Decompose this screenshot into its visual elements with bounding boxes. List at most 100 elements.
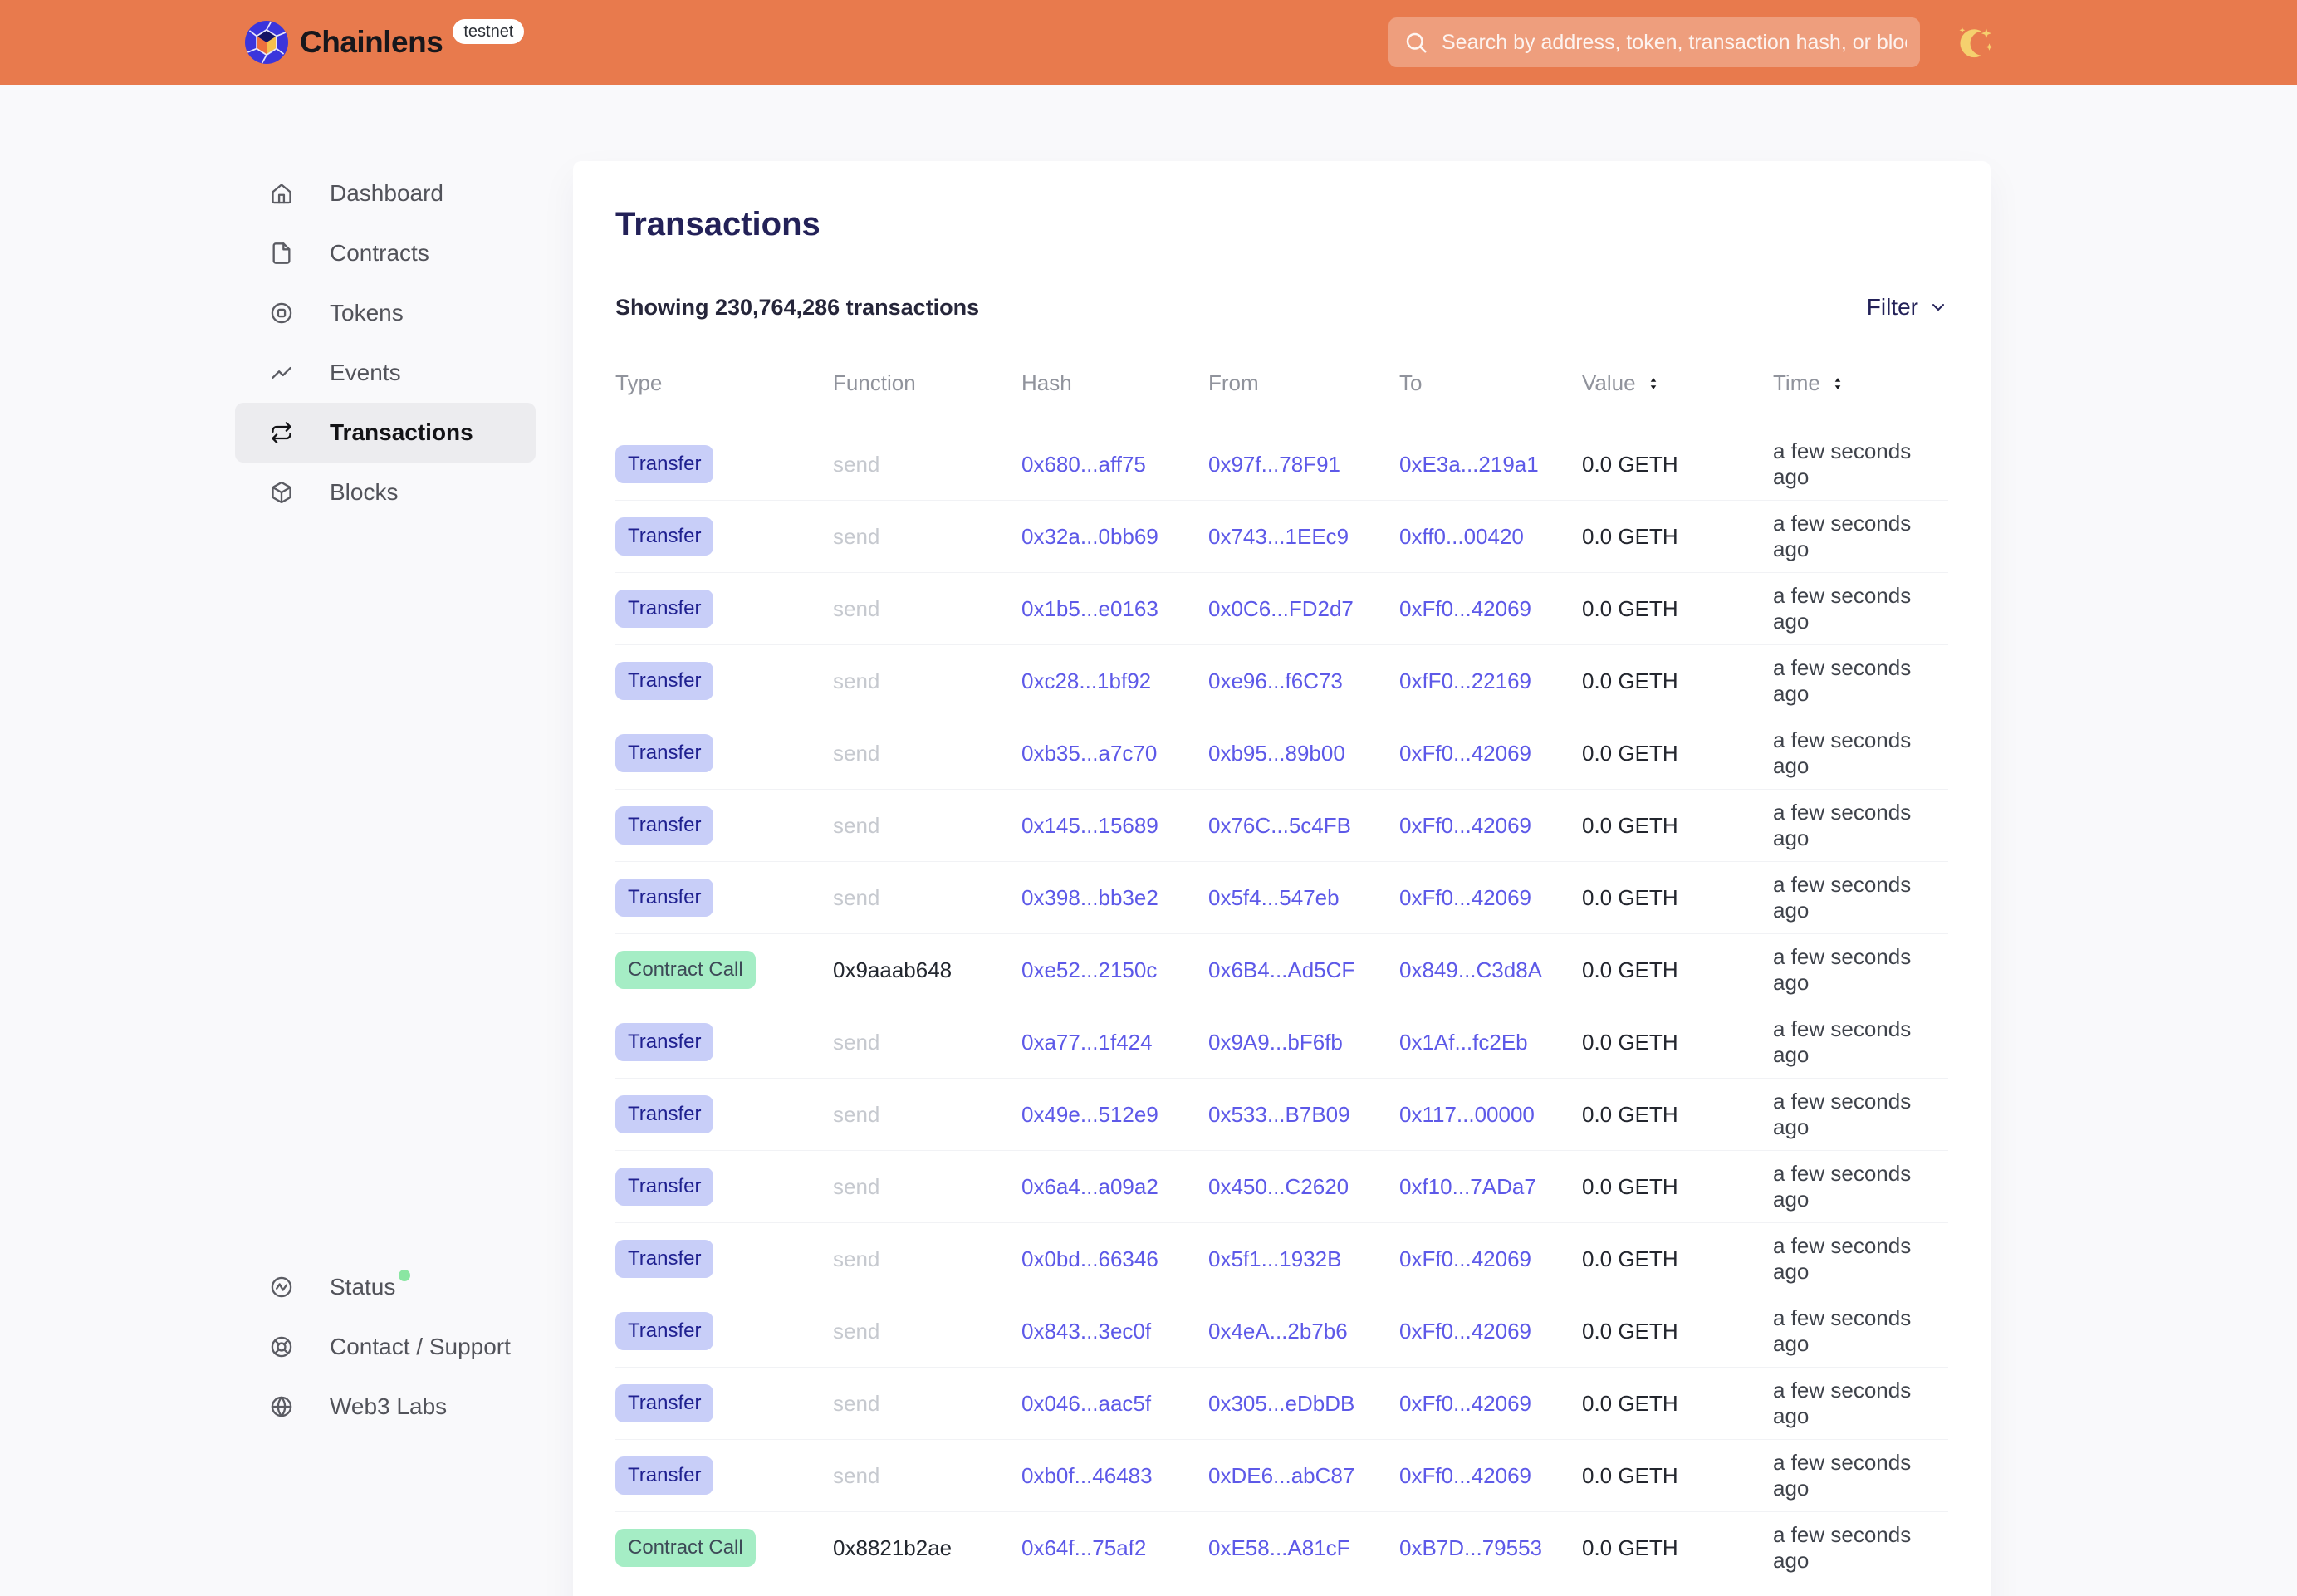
- sidebar-item-label: Events: [330, 360, 401, 386]
- type-badge-transfer: Transfer: [615, 1023, 713, 1061]
- table-row: Transfersend0x145...156890x76C...5c4FB0x…: [615, 790, 1948, 862]
- to-address-link[interactable]: 0xf10...7ADa7: [1399, 1174, 1536, 1199]
- hash-link[interactable]: 0x49e...512e9: [1021, 1102, 1158, 1127]
- time-cell: a few seconds ago: [1773, 511, 1948, 562]
- from-address-link[interactable]: 0x9A9...bF6fb: [1208, 1030, 1343, 1055]
- from-address-link[interactable]: 0x305...eDbDB: [1208, 1391, 1354, 1416]
- sidebar-item-tokens[interactable]: Tokens: [235, 283, 536, 343]
- dark-mode-toggle[interactable]: [1953, 18, 2001, 66]
- from-address-link[interactable]: 0x0C6...FD2d7: [1208, 596, 1354, 621]
- from-address-link[interactable]: 0xe96...f6C73: [1208, 668, 1343, 693]
- time-cell: a few seconds ago: [1773, 655, 1948, 707]
- sidebar-item-label: Status: [330, 1274, 395, 1300]
- type-badge-transfer: Transfer: [615, 1095, 713, 1133]
- sidebar-item-web3-labs[interactable]: Web3 Labs: [235, 1377, 536, 1437]
- sidebar-item-status[interactable]: Status: [235, 1257, 536, 1317]
- column-header-label: Time: [1773, 370, 1820, 396]
- hash-link[interactable]: 0x32a...0bb69: [1021, 524, 1158, 549]
- from-address-link[interactable]: 0x6B4...Ad5CF: [1208, 957, 1354, 982]
- table-row: Transfersend0xc28...1bf920xe96...f6C730x…: [615, 645, 1948, 717]
- to-address-link[interactable]: 0xFf0...42069: [1399, 1319, 1531, 1344]
- search-input[interactable]: [1388, 17, 1920, 67]
- time-cell: a few seconds ago: [1773, 1233, 1948, 1285]
- moon-icon: [1953, 18, 2001, 66]
- to-address-link[interactable]: 0xFf0...42069: [1399, 596, 1531, 621]
- hash-link[interactable]: 0x680...aff75: [1021, 452, 1146, 477]
- to-address-link[interactable]: 0xFf0...42069: [1399, 741, 1531, 766]
- value-cell: 0.0 GETH: [1582, 1174, 1773, 1200]
- from-address-link[interactable]: 0xb95...89b00: [1208, 741, 1345, 766]
- column-header-time[interactable]: Time: [1773, 370, 1948, 396]
- sidebar-item-contact-support[interactable]: Contact / Support: [235, 1317, 536, 1377]
- table-row: Transfersend0x398...bb3e20x5f4...547eb0x…: [615, 862, 1948, 934]
- hash-link[interactable]: 0x398...bb3e2: [1021, 885, 1158, 910]
- column-header-label: To: [1399, 370, 1422, 396]
- sidebar-item-events[interactable]: Events: [235, 343, 536, 403]
- from-address-link[interactable]: 0x76C...5c4FB: [1208, 813, 1351, 838]
- hash-link[interactable]: 0xb35...a7c70: [1021, 741, 1157, 766]
- type-badge-transfer: Transfer: [615, 1456, 713, 1495]
- activity-icon: [270, 1275, 293, 1299]
- to-address-link[interactable]: 0xfF0...22169: [1399, 668, 1531, 693]
- app-header: Chainlens testnet: [0, 0, 2297, 85]
- hash-link[interactable]: 0x843...3ec0f: [1021, 1319, 1151, 1344]
- to-address-link[interactable]: 0xFf0...42069: [1399, 813, 1531, 838]
- to-address-link[interactable]: 0x117...00000: [1399, 1102, 1535, 1127]
- sidebar-item-label: Contracts: [330, 240, 429, 267]
- to-address-link[interactable]: 0xE3a...219a1: [1399, 452, 1539, 477]
- value-cell: 0.0 GETH: [1582, 1319, 1773, 1344]
- to-address-link[interactable]: 0xFf0...42069: [1399, 1463, 1531, 1488]
- hash-link[interactable]: 0x6a4...a09a2: [1021, 1174, 1158, 1199]
- hash-link[interactable]: 0x046...aac5f: [1021, 1391, 1151, 1416]
- time-cell: a few seconds ago: [1773, 583, 1948, 634]
- transactions-count: Showing 230,764,286 transactions: [615, 295, 979, 321]
- type-badge-transfer: Transfer: [615, 879, 713, 917]
- sidebar-item-label: Dashboard: [330, 180, 443, 207]
- hash-link[interactable]: 0x1b5...e0163: [1021, 596, 1158, 621]
- from-address-link[interactable]: 0x4eA...2b7b6: [1208, 1319, 1348, 1344]
- brand[interactable]: Chainlens testnet: [245, 0, 524, 85]
- from-address-link[interactable]: 0x5f4...547eb: [1208, 885, 1340, 910]
- from-address-link[interactable]: 0xE58...A81cF: [1208, 1535, 1350, 1560]
- function-cell: 0x8821b2ae: [833, 1535, 1021, 1561]
- sidebar-item-dashboard[interactable]: Dashboard: [235, 164, 536, 223]
- sidebar-footer-nav: Status Contact / Support Web3 Labs: [235, 1257, 536, 1437]
- search-icon: [1403, 30, 1428, 55]
- table-row: Transfersend0x0bd...663460x5f1...1932B0x…: [615, 1223, 1948, 1295]
- from-address-link[interactable]: 0x533...B7B09: [1208, 1102, 1350, 1127]
- sidebar-item-transactions[interactable]: Transactions: [235, 403, 536, 463]
- to-address-link[interactable]: 0x1Af...fc2Eb: [1399, 1030, 1528, 1055]
- hash-link[interactable]: 0xb0f...46483: [1021, 1463, 1153, 1488]
- sidebar-item-blocks[interactable]: Blocks: [235, 463, 536, 522]
- type-badge-contract-call: Contract Call: [615, 951, 756, 989]
- column-header-value[interactable]: Value: [1582, 370, 1773, 396]
- function-cell: send: [833, 452, 1021, 477]
- to-address-link[interactable]: 0xff0...00420: [1399, 524, 1524, 549]
- hash-link[interactable]: 0xc28...1bf92: [1021, 668, 1151, 693]
- transactions-card: Transactions Showing 230,764,286 transac…: [573, 161, 1991, 1596]
- to-address-link[interactable]: 0xFf0...42069: [1399, 885, 1531, 910]
- value-cell: 0.0 GETH: [1582, 1391, 1773, 1417]
- from-address-link[interactable]: 0x97f...78F91: [1208, 452, 1340, 477]
- sidebar-item-label: Contact / Support: [330, 1334, 511, 1360]
- sidebar-item-contracts[interactable]: Contracts: [235, 223, 536, 283]
- to-address-link[interactable]: 0xFf0...42069: [1399, 1391, 1531, 1416]
- hash-link[interactable]: 0x145...15689: [1021, 813, 1158, 838]
- hash-link[interactable]: 0xa77...1f424: [1021, 1030, 1153, 1055]
- type-badge-transfer: Transfer: [615, 1312, 713, 1350]
- from-address-link[interactable]: 0x450...C2620: [1208, 1174, 1349, 1199]
- to-address-link[interactable]: 0xB7D...79553: [1399, 1535, 1542, 1560]
- table-body: Transfer send0x680...aff75 0x97f...78F91 0x…: [615, 428, 1948, 1584]
- hash-link[interactable]: 0x64f...75af2: [1021, 1535, 1146, 1560]
- to-address-link[interactable]: 0x849...C3d8A: [1399, 957, 1542, 982]
- filter-button[interactable]: Filter: [1867, 294, 1948, 321]
- from-address-link[interactable]: 0xDE6...abC87: [1208, 1463, 1354, 1488]
- value-cell: 0.0 GETH: [1582, 596, 1773, 622]
- function-cell: 0x9aaab648: [833, 957, 1021, 983]
- hash-link[interactable]: 0xe52...2150c: [1021, 957, 1157, 982]
- from-address-link[interactable]: 0x5f1...1932B: [1208, 1246, 1341, 1271]
- from-address-link[interactable]: 0x743...1EEc9: [1208, 524, 1349, 549]
- type-badge-transfer: Transfer: [615, 445, 713, 483]
- to-address-link[interactable]: 0xFf0...42069: [1399, 1246, 1531, 1271]
- hash-link[interactable]: 0x0bd...66346: [1021, 1246, 1158, 1271]
